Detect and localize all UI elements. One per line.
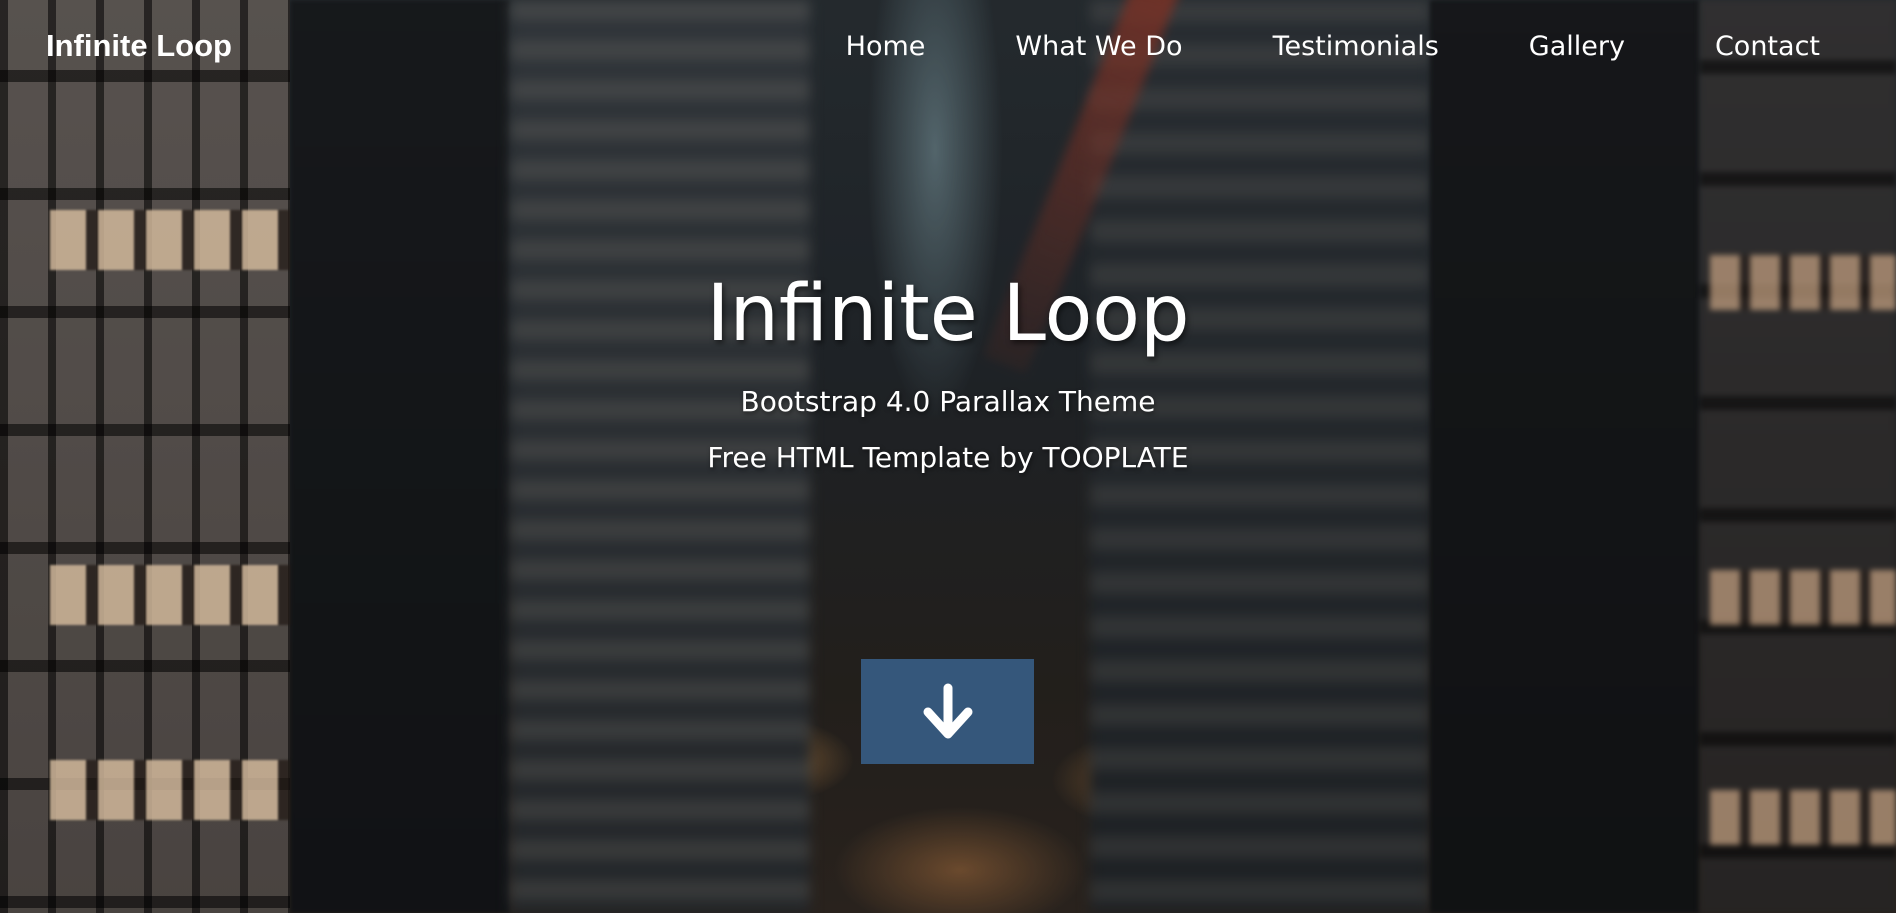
brand-logo-link[interactable]: Infinite Loop [46, 28, 232, 64]
scroll-down-button[interactable] [861, 659, 1034, 764]
nav-item-home: Home [846, 31, 926, 62]
arrow-down-icon [920, 682, 976, 742]
hero-subtitle: Bootstrap 4.0 Parallax Theme [740, 385, 1156, 418]
nav-menu: Home What We Do Testimonials Gallery Con… [846, 31, 1820, 62]
nav-item-contact: Contact [1625, 31, 1820, 62]
nav-link-what-we-do[interactable]: What We Do [925, 31, 1182, 62]
top-navbar: Infinite Loop Home What We Do Testimonia… [0, 0, 1896, 92]
nav-link-gallery[interactable]: Gallery [1439, 31, 1625, 62]
nav-item-testimonials: Testimonials [1183, 31, 1439, 62]
hero-tagline: Free HTML Template by TOOPLATE [707, 441, 1189, 474]
nav-link-contact[interactable]: Contact [1625, 31, 1820, 62]
nav-item-gallery: Gallery [1439, 31, 1625, 62]
nav-link-testimonials[interactable]: Testimonials [1183, 31, 1439, 62]
nav-link-home[interactable]: Home [846, 31, 926, 62]
hero-section: Infinite Loop Home What We Do Testimonia… [0, 0, 1896, 913]
hero-text-block: Infinite Loop Bootstrap 4.0 Parallax The… [0, 266, 1896, 476]
hero-title: Infinite Loop [706, 269, 1190, 359]
nav-item-what-we-do: What We Do [925, 31, 1182, 62]
